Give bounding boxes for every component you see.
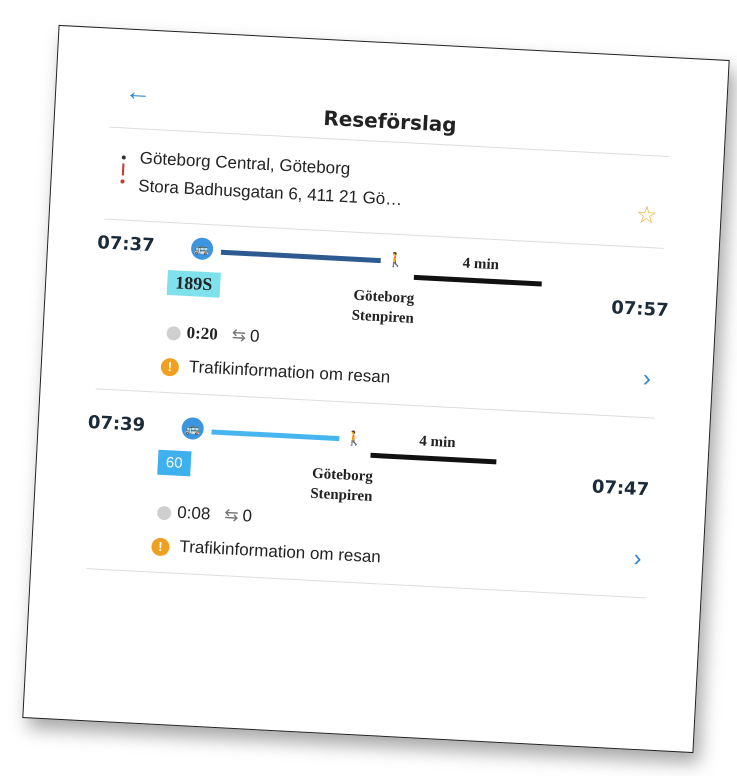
route-from: Göteborg Central, Göteborg	[139, 148, 351, 179]
warning-icon: !	[150, 537, 170, 557]
bus-leg-bar	[220, 249, 381, 264]
traffic-info-text: Trafikinformation om resan	[188, 357, 391, 387]
photo-card: ← Reseförslag Göteborg Central, Göteborg…	[22, 24, 730, 754]
star-icon[interactable]: ☆	[635, 200, 658, 230]
route-to: Stora Badhusgatan 6, 411 21 Gö…	[137, 176, 403, 210]
app-screen: ← Reseförslag Göteborg Central, Göteborg…	[83, 68, 672, 658]
duration-row: 0:08 ⇆ 0	[156, 502, 253, 527]
line-badge: 189S	[166, 269, 221, 298]
trip-row[interactable]: 07:37 🚌 🚶 4 min 07:57 189S Göteborg Sten…	[95, 218, 669, 419]
walk-icon: 🚶	[345, 429, 364, 447]
departure-time: 07:37	[96, 232, 156, 257]
walk-icon: 🚶	[386, 251, 405, 269]
arrival-time: 07:47	[591, 476, 650, 501]
walk-time: 4 min	[418, 433, 456, 452]
changes: 0	[249, 326, 260, 346]
traffic-info[interactable]: ! Trafikinformation om resan	[150, 535, 382, 567]
changes: 0	[242, 506, 253, 526]
bus-leg-bar	[211, 429, 340, 442]
chevron-right-icon[interactable]: ›	[633, 545, 642, 573]
stop-name: Göteborg Stenpiren	[327, 284, 439, 330]
trip-row[interactable]: 07:39 🚌 🚶 4 min 07:47 60 Göteborg Stenpi…	[86, 398, 655, 599]
bus-icon: 🚌	[190, 237, 214, 261]
arrival-time: 07:57	[610, 297, 670, 322]
changes-icon: ⇆	[223, 505, 240, 525]
departure-time: 07:39	[87, 411, 146, 436]
duration-row: 0:20 ⇆ 0	[166, 322, 260, 347]
duration: 0:20	[186, 323, 219, 344]
traffic-info-text: Trafikinformation om resan	[178, 536, 382, 567]
clock-icon	[166, 325, 182, 341]
warning-icon: !	[160, 357, 180, 377]
duration: 0:08	[176, 502, 211, 524]
line-badge: 60	[157, 449, 192, 477]
stop-name: Göteborg Stenpiren	[286, 462, 398, 508]
walk-leg-bar	[413, 274, 542, 287]
changes-icon: ⇆	[231, 325, 247, 346]
route-dots-icon	[120, 155, 126, 191]
walk-leg-bar	[370, 452, 497, 465]
chevron-right-icon[interactable]: ›	[642, 365, 651, 393]
bus-icon: 🚌	[181, 416, 205, 441]
walk-time: 4 min	[462, 255, 500, 274]
clock-icon	[156, 505, 172, 520]
traffic-info[interactable]: ! Trafikinformation om resan	[160, 356, 391, 388]
